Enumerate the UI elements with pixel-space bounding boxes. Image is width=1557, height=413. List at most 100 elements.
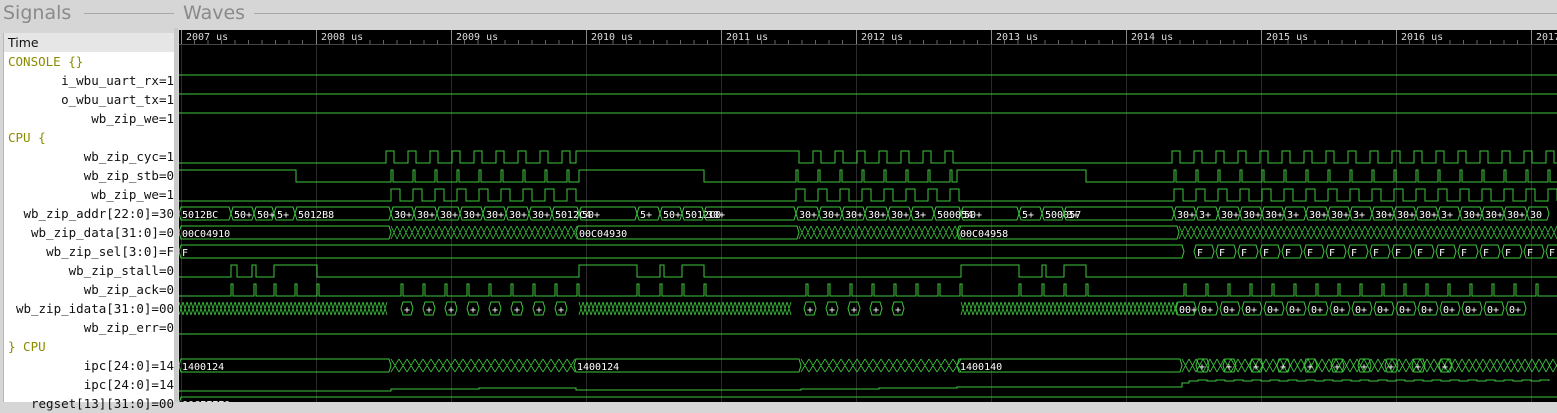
bus-addr-value: 30+ (1485, 210, 1503, 221)
bus-idata-value: + (873, 305, 879, 316)
bus-addr-value: 30+ (1265, 210, 1283, 221)
signal-name[interactable]: regset[13][31:0]=00 (4, 394, 174, 413)
signal-name[interactable]: wb_zip_data[31:0]=0 (4, 223, 174, 242)
bus-ipc-value: 1400140 (960, 362, 1002, 373)
bus-addr-value: 3+ (1199, 210, 1211, 221)
signal-list[interactable]: Time CONSOLE {} i_wbu_uart_rx=1 o_wbu_uart… (3, 33, 174, 411)
waveform-viewer[interactable]: 2007 us 2008 us 2009 us 2010 us 2011 us 2012 … (179, 30, 1557, 402)
bus-addr-value: 50+ (582, 210, 600, 221)
bus-sel-value: F (1241, 248, 1247, 259)
bus-idata-dense (960, 301, 1178, 316)
bus-addr-value: 30 (1530, 210, 1542, 221)
bus-addr-value: 30+ (868, 210, 886, 221)
bus-addr-value: 30+ (1397, 210, 1415, 221)
bus-idata-value: 0+ (1223, 305, 1235, 316)
bus-data-value: 00C04930 (579, 229, 627, 240)
bus-addr-value: 50+ (663, 210, 681, 221)
bus-idata-value: + (851, 305, 857, 316)
bus-addr-value: 30+ (891, 210, 909, 221)
bus-addr-value: 30+ (486, 210, 504, 221)
bus-ipc-value: 1400124 (182, 362, 224, 373)
bus-addr-value: 30+ (1507, 210, 1525, 221)
signal-name[interactable]: wb_zip_idata[31:0]=00 (4, 299, 174, 318)
bus-addr-value: 30+ (394, 210, 412, 221)
bus-addr-value: 30+ (707, 210, 725, 221)
signal-name[interactable]: wb_zip_stall=0 (4, 261, 174, 280)
bus-idata-value: 0+ (1245, 305, 1257, 316)
bus-idata-value: 0+ (1267, 305, 1279, 316)
bus-addr-value: 30+ (1419, 210, 1437, 221)
bus-idata-value: 0+ (1399, 305, 1411, 316)
waveform-ack (179, 283, 1557, 297)
bus-idata-value: 00+ (1179, 305, 1197, 316)
signal-name[interactable]: ipc[24:0]=14 (4, 356, 174, 375)
signal-group-label[interactable]: CPU { (4, 128, 174, 147)
bus-idata-value: 0+ (1333, 305, 1345, 316)
signal-name[interactable]: wb_zip_ack=0 (4, 280, 174, 299)
bus-data-dense (798, 225, 962, 240)
bus-addr-value: 3+ (1353, 210, 1365, 221)
signal-name[interactable]: wb_zip_we=1 (4, 109, 174, 128)
bus-idata-value: + (895, 305, 901, 316)
waveform-canvas[interactable]: 2007 us 2008 us 2009 us 2010 us 2011 us 2012 … (179, 30, 1557, 402)
bus-regset-cell (179, 396, 1557, 402)
waveform-cyc (179, 150, 1557, 164)
time-label: 2011 us (726, 32, 768, 43)
signal-name[interactable]: ipc[24:0]=14 (4, 375, 174, 394)
bus-addr-value: 5012B8 (298, 210, 334, 221)
bus-ipc-value: + (1442, 362, 1448, 373)
bus-addr-value: 50+ (257, 210, 275, 221)
waveform-we (179, 188, 1557, 202)
signal-name[interactable]: wb_zip_sel[3:0]=F (4, 242, 174, 261)
bus-data-value: 00C04958 (960, 229, 1008, 240)
bus-sel-value: F (1263, 248, 1269, 259)
pane-splitter[interactable] (174, 28, 178, 402)
bus-idata-dense (179, 301, 388, 316)
bus-idata-value: 0+ (1201, 305, 1213, 316)
bus-sel-value: F (182, 248, 188, 259)
bus-idata-value: + (514, 305, 520, 316)
bus-ipc-value: 1400124 (577, 362, 619, 373)
signal-name[interactable]: wb_zip_addr[22:0]=30 (4, 204, 174, 223)
bus-sel-cell (179, 244, 1185, 259)
bus-idata-value: + (448, 305, 454, 316)
signal-name[interactable]: i_wbu_uart_rx=1 (4, 71, 174, 90)
signal-group-label[interactable]: CONSOLE {} (4, 52, 174, 71)
bus-addr-value: 30+ (1177, 210, 1195, 221)
signal-name[interactable]: wb_zip_we=1 (4, 185, 174, 204)
bus-ipc-value: + (1388, 362, 1394, 373)
time-label: 2016 us (1401, 32, 1443, 43)
bus-addr-value: 5+ (1022, 210, 1034, 221)
bus-sel-value: F (1439, 248, 1445, 259)
bus-ipc-dense (390, 358, 576, 373)
bus-sel-value: F (1329, 248, 1335, 259)
bus-data-dense (390, 225, 578, 240)
bus-sel-value: F (1351, 248, 1357, 259)
bus-addr-value: 5012BC (182, 210, 218, 221)
bus-sel-value: F (1219, 248, 1225, 259)
time-label: 2010 us (591, 32, 633, 43)
bus-ipc-dense (800, 358, 962, 373)
signal-name[interactable]: o_wbu_uart_tx=1 (4, 90, 174, 109)
bus-addr-value: 30+ (822, 210, 840, 221)
bus-data-value: 00C04910 (182, 229, 230, 240)
signal-name[interactable]: wb_zip_cyc=1 (4, 147, 174, 166)
signal-name[interactable]: wb_zip_err=0 (4, 318, 174, 337)
bus-sel-value: F (1461, 248, 1467, 259)
bus-idata-value: 0+ (1421, 305, 1433, 316)
waves-panel-title: Waves (183, 2, 246, 24)
bus-idata-value: + (829, 305, 835, 316)
signal-name[interactable]: wb_zip_stb=0 (4, 166, 174, 185)
bus-idata-value: + (426, 305, 432, 316)
bus-addr-value: 30+ (1243, 210, 1261, 221)
bus-addr-value: 3+ (1287, 210, 1299, 221)
waveform-ipc-analog (179, 379, 1550, 392)
bus-sel-value: F (1373, 248, 1379, 259)
bus-addr-value: 30+ (1375, 210, 1393, 221)
bus-data-dense (1178, 225, 1557, 240)
bus-idata-value: + (536, 305, 542, 316)
signal-group-label[interactable]: } CPU (4, 337, 174, 356)
bus-addr-value: 5+ (640, 210, 652, 221)
bus-addr-value: 3+ (1067, 210, 1079, 221)
bus-ipc-value: + (1415, 362, 1421, 373)
